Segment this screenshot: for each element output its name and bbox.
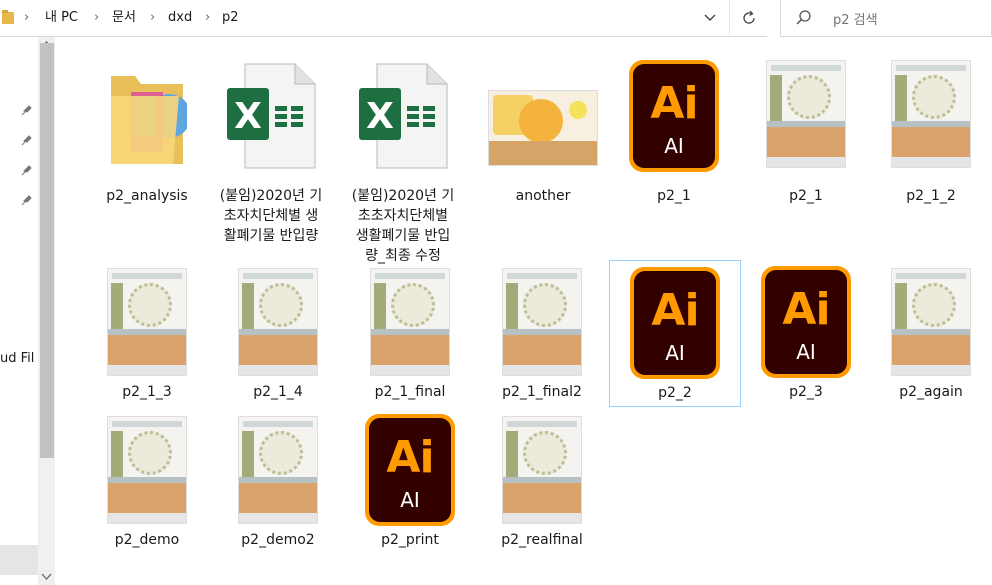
- file-name: p2_demo: [114, 532, 180, 548]
- chevron-right-icon: ›: [24, 10, 30, 25]
- image-thumbnail: [891, 268, 971, 376]
- illustrator-icon: Ai AI: [365, 414, 455, 526]
- chevron-right-icon: ›: [150, 10, 156, 25]
- svg-text:X: X: [234, 96, 262, 137]
- file-name: (붙임)2020년 기 초자치단체별 생 활폐기물 반입량: [205, 186, 337, 246]
- image-thumbnail: [766, 60, 846, 168]
- breadcrumb-item-documents[interactable]: 문서: [112, 10, 136, 26]
- image-thumbnail: [502, 416, 582, 524]
- chevron-down-icon[interactable]: [700, 11, 720, 25]
- file-name-line: 활폐기물 반입량: [223, 228, 319, 244]
- file-item[interactable]: p2_1_final: [344, 260, 476, 408]
- image-thumbnail: [238, 416, 318, 524]
- file-name-line: (붙임)2020년 기: [351, 188, 455, 204]
- file-item[interactable]: X (붙임)2020년 기 초초자치단체별 생활폐기물 반입 량_최종 수정: [337, 48, 469, 264]
- file-name: p2_1_final: [374, 384, 446, 400]
- breadcrumb-item-p2[interactable]: p2: [222, 10, 239, 26]
- pin-icon[interactable]: [20, 192, 34, 206]
- image-thumbnail: [370, 268, 450, 376]
- file-item[interactable]: p2_1_2: [872, 48, 990, 204]
- search-box[interactable]: p2 검색: [780, 0, 992, 37]
- file-name: p2_realfinal: [501, 532, 583, 548]
- file-name: p2_1_3: [122, 384, 172, 400]
- excel-icon: X: [227, 63, 316, 169]
- illustrator-icon: Ai AI: [629, 60, 719, 172]
- file-item[interactable]: p2_demo2: [212, 408, 344, 556]
- nav-item-label[interactable]: ud Fil: [0, 351, 34, 366]
- image-thumbnail: [502, 268, 582, 376]
- refresh-button[interactable]: [729, 0, 767, 37]
- file-item[interactable]: p2_1_3: [81, 260, 213, 408]
- excel-icon: X: [359, 63, 448, 169]
- image-thumbnail: [488, 90, 598, 166]
- file-name: p2_analysis: [106, 188, 188, 204]
- refresh-icon: [743, 10, 755, 24]
- file-name: p2_1_final2: [502, 384, 582, 400]
- file-name-line: 초초자치단체별: [357, 208, 449, 224]
- file-item[interactable]: p2_demo: [81, 408, 213, 556]
- pin-icon[interactable]: [20, 162, 34, 176]
- file-name: p2_1_2: [906, 188, 956, 204]
- search-input[interactable]: p2 검색: [833, 9, 878, 28]
- chevron-right-icon: ›: [94, 10, 100, 25]
- navigation-pane: ud Fil: [0, 37, 38, 585]
- file-name: p2_3: [789, 384, 823, 400]
- breadcrumb-item-pc[interactable]: 내 PC: [45, 10, 78, 26]
- illustrator-icon: Ai AI: [630, 267, 720, 379]
- top-bar: › 내 PC › 문서 › dxd › p2 p2 검색: [0, 0, 992, 37]
- scrollbar-thumb[interactable]: [40, 43, 54, 458]
- folder-icon: [2, 10, 14, 24]
- file-name: another: [515, 188, 571, 204]
- file-name: p2_demo2: [241, 532, 315, 548]
- file-name: p2_1_4: [253, 384, 303, 400]
- file-item[interactable]: p2_1: [740, 48, 872, 204]
- file-item[interactable]: p2_1_final2: [476, 260, 608, 408]
- file-name-line: 생활폐기물 반입: [355, 228, 451, 244]
- scroll-down-icon[interactable]: [41, 573, 52, 581]
- file-item[interactable]: another: [477, 48, 609, 204]
- file-item[interactable]: X (붙임)2020년 기 초자치단체별 생 활폐기물 반입량: [205, 48, 337, 244]
- file-name-line: 초자치단체별 생: [223, 208, 319, 224]
- image-thumbnail: [238, 268, 318, 376]
- file-name-line: (붙임)2020년 기: [219, 188, 323, 204]
- chevron-right-icon: ›: [205, 10, 211, 25]
- file-item-selected[interactable]: Ai AI p2_2: [609, 260, 741, 407]
- image-thumbnail: [891, 60, 971, 168]
- folder-icon: [111, 76, 187, 164]
- file-name: p2_again: [899, 384, 963, 400]
- nav-scrollbar[interactable]: [38, 37, 55, 585]
- search-icon: [796, 10, 811, 25]
- file-item[interactable]: p2_realfinal: [476, 408, 608, 556]
- file-item[interactable]: Ai AI p2_print: [344, 408, 476, 556]
- file-name: (붙임)2020년 기 초초자치단체별 생활폐기물 반입 량_최종 수정: [337, 186, 469, 266]
- file-item[interactable]: p2_analysis: [81, 48, 213, 204]
- svg-text:X: X: [366, 96, 394, 137]
- file-item[interactable]: Ai AI p2_3: [740, 260, 872, 408]
- file-item[interactable]: p2_1_4: [212, 260, 344, 408]
- pin-icon[interactable]: [20, 102, 34, 116]
- breadcrumb-item-dxd[interactable]: dxd: [168, 10, 192, 26]
- illustrator-icon: Ai AI: [761, 266, 851, 378]
- file-name: p2_print: [381, 532, 439, 548]
- pin-icon[interactable]: [20, 132, 34, 146]
- file-item[interactable]: Ai AI p2_1: [608, 48, 740, 204]
- file-name: p2_1: [657, 188, 691, 204]
- nav-item-selected[interactable]: [0, 545, 38, 575]
- image-thumbnail: [107, 416, 187, 524]
- image-thumbnail: [107, 268, 187, 376]
- file-name: p2_2: [658, 385, 692, 401]
- file-name: p2_1: [789, 188, 823, 204]
- file-item[interactable]: p2_again: [872, 260, 990, 408]
- address-bar[interactable]: › 내 PC › 문서 › dxd › p2: [0, 0, 729, 37]
